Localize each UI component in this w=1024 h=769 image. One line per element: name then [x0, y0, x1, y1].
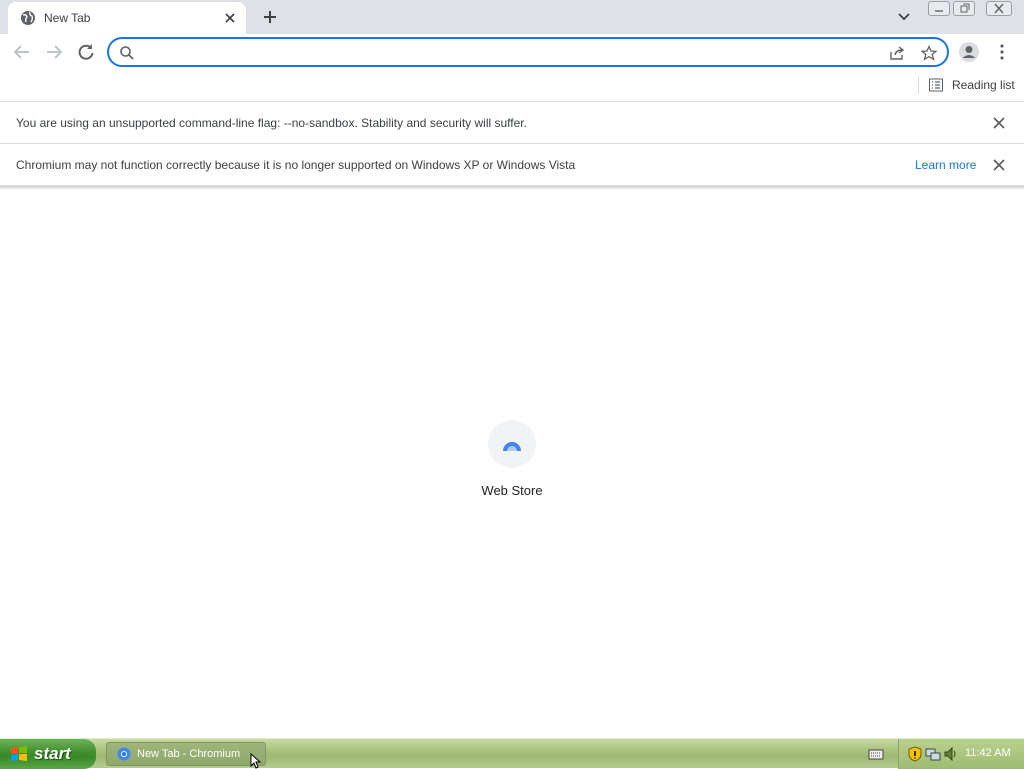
tab-new-tab[interactable]: New Tab — [8, 2, 246, 34]
new-tab-plus-icon[interactable] — [258, 5, 282, 29]
system-tray: 11:42 AM — [898, 739, 1024, 769]
close-window-button[interactable] — [986, 1, 1012, 16]
taskbar-item-chromium[interactable]: New Tab - Chromium — [106, 742, 266, 766]
taskbar: start New Tab - Chromium 11:42 AM — [0, 738, 1024, 769]
tab-title: New Tab — [44, 11, 91, 25]
infobar-shadow — [0, 186, 1024, 190]
bookmarks-bar: Reading list — [0, 70, 1024, 102]
shortcut-label: Web Store — [481, 483, 543, 498]
reading-list-icon — [928, 77, 944, 93]
security-shield-icon[interactable] — [907, 746, 923, 762]
mouse-cursor-icon — [250, 753, 262, 769]
reading-list-button[interactable]: Reading list — [928, 75, 1015, 95]
minimize-button[interactable] — [928, 1, 950, 16]
network-icon[interactable] — [925, 746, 941, 762]
restore-button[interactable] — [953, 1, 975, 16]
keyboard-icon[interactable] — [868, 746, 884, 762]
learn-more-link[interactable]: Learn more — [915, 158, 976, 172]
reload-icon[interactable] — [75, 41, 97, 63]
globe-icon — [20, 10, 36, 26]
toolbar — [0, 34, 1024, 70]
taskbar-item-label: New Tab - Chromium — [137, 748, 241, 760]
shortcut-web-store[interactable]: Web Store — [472, 418, 552, 508]
close-icon[interactable] — [991, 115, 1007, 131]
close-tab-icon[interactable] — [222, 10, 238, 26]
infobar-sandbox-warning: You are using an unsupported command-lin… — [0, 102, 1024, 144]
chromium-icon — [117, 747, 131, 761]
address-input[interactable] — [141, 43, 881, 61]
search-icon — [119, 45, 135, 61]
clock: 11:42 AM — [965, 747, 1011, 759]
share-icon[interactable] — [889, 45, 905, 61]
tab-strip: New Tab — [0, 0, 1024, 34]
windows-logo-icon — [10, 746, 28, 762]
reading-list-label: Reading list — [952, 78, 1015, 92]
infobar-text: You are using an unsupported command-lin… — [16, 116, 527, 130]
infobar-unsupported-os: Chromium may not function correctly beca… — [0, 144, 1024, 186]
bookmark-star-icon[interactable] — [921, 45, 937, 61]
bookmarks-separator — [918, 76, 919, 94]
back-arrow-icon[interactable] — [11, 41, 33, 63]
start-button[interactable]: start — [0, 739, 96, 769]
close-icon[interactable] — [991, 157, 1007, 173]
address-bar[interactable] — [107, 37, 949, 67]
menu-dots-icon[interactable] — [991, 41, 1013, 63]
web-store-icon — [488, 420, 536, 468]
start-label: start — [34, 744, 71, 763]
forward-arrow-icon[interactable] — [43, 41, 65, 63]
profile-avatar-icon[interactable] — [958, 41, 980, 63]
chevron-down-icon[interactable] — [894, 7, 914, 27]
infobar-text: Chromium may not function correctly beca… — [16, 158, 576, 172]
volume-icon[interactable] — [943, 746, 959, 762]
